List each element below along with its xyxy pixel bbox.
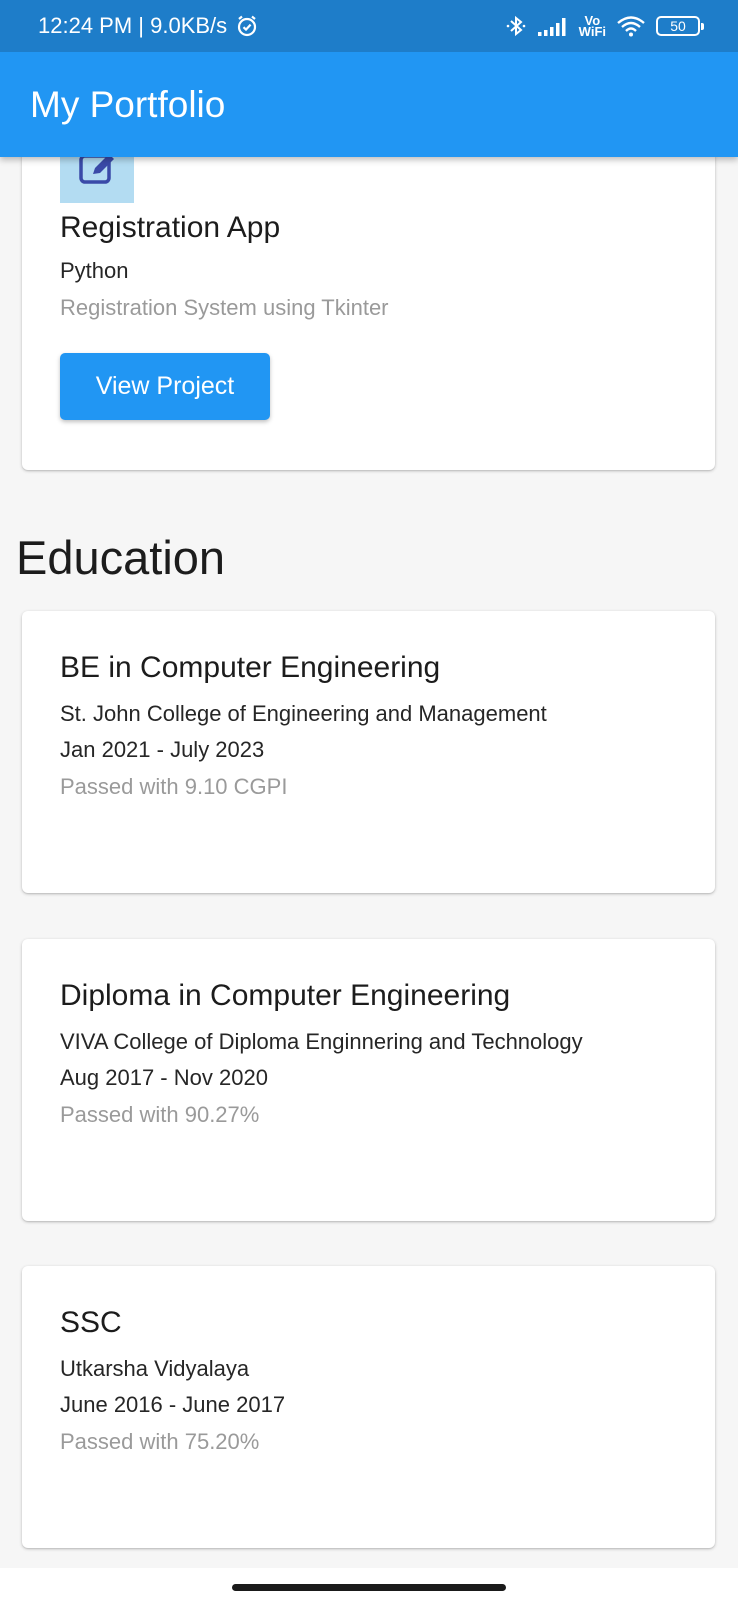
home-indicator[interactable]: [232, 1584, 506, 1591]
status-time-speed: 12:24 PM | 9.0KB/s: [38, 13, 228, 38]
status-right: Vo WiFi 50: [505, 14, 704, 39]
education-institution: VIVA College of Diploma Enginnering and …: [60, 1029, 583, 1054]
education-institution: St. John College of Engineering and Mana…: [60, 701, 547, 726]
education-degree: Diploma in Computer Engineering: [60, 979, 511, 1012]
bluetooth-icon: [505, 14, 527, 38]
vowifi-bottom: WiFi: [578, 24, 606, 39]
wifi-icon: [616, 15, 646, 37]
view-project-button[interactable]: View Project: [60, 353, 270, 420]
status-left: 12:24 PM | 9.0KB/s: [38, 13, 259, 39]
project-title: Registration App: [60, 211, 281, 244]
signal-icon: [537, 15, 569, 37]
education-dates: June 2016 - June 2017: [60, 1392, 286, 1417]
education-card: Diploma in Computer Engineering VIVA Col…: [22, 939, 715, 1221]
education-result: Passed with 75.20%: [60, 1429, 260, 1454]
app-bar: My Portfolio: [0, 52, 738, 157]
education-degree: SSC: [60, 1306, 122, 1339]
project-language: Python: [60, 258, 129, 283]
app-title: My Portfolio: [30, 83, 226, 125]
education-card: BE in Computer Engineering St. John Coll…: [22, 611, 715, 893]
alarm-icon: [235, 14, 259, 38]
battery-indicator: 50: [656, 16, 704, 36]
education-card: SSC Utkarsha Vidyalaya June 2016 - June …: [22, 1266, 715, 1548]
education-dates: Jan 2021 - July 2023: [60, 737, 265, 762]
project-description: Registration System using Tkinter: [60, 295, 389, 320]
education-heading: Education: [16, 531, 226, 584]
status-bar: 12:24 PM | 9.0KB/s Vo WiFi 50: [0, 0, 738, 52]
education-result: Passed with 9.10 CGPI: [60, 774, 288, 799]
vowifi-indicator: Vo WiFi: [578, 14, 606, 39]
education-degree: BE in Computer Engineering: [60, 651, 441, 684]
battery-level: 50: [670, 18, 686, 34]
education-institution: Utkarsha Vidyalaya: [60, 1356, 250, 1381]
education-result: Passed with 90.27%: [60, 1102, 260, 1127]
education-dates: Aug 2017 - Nov 2020: [60, 1065, 268, 1090]
